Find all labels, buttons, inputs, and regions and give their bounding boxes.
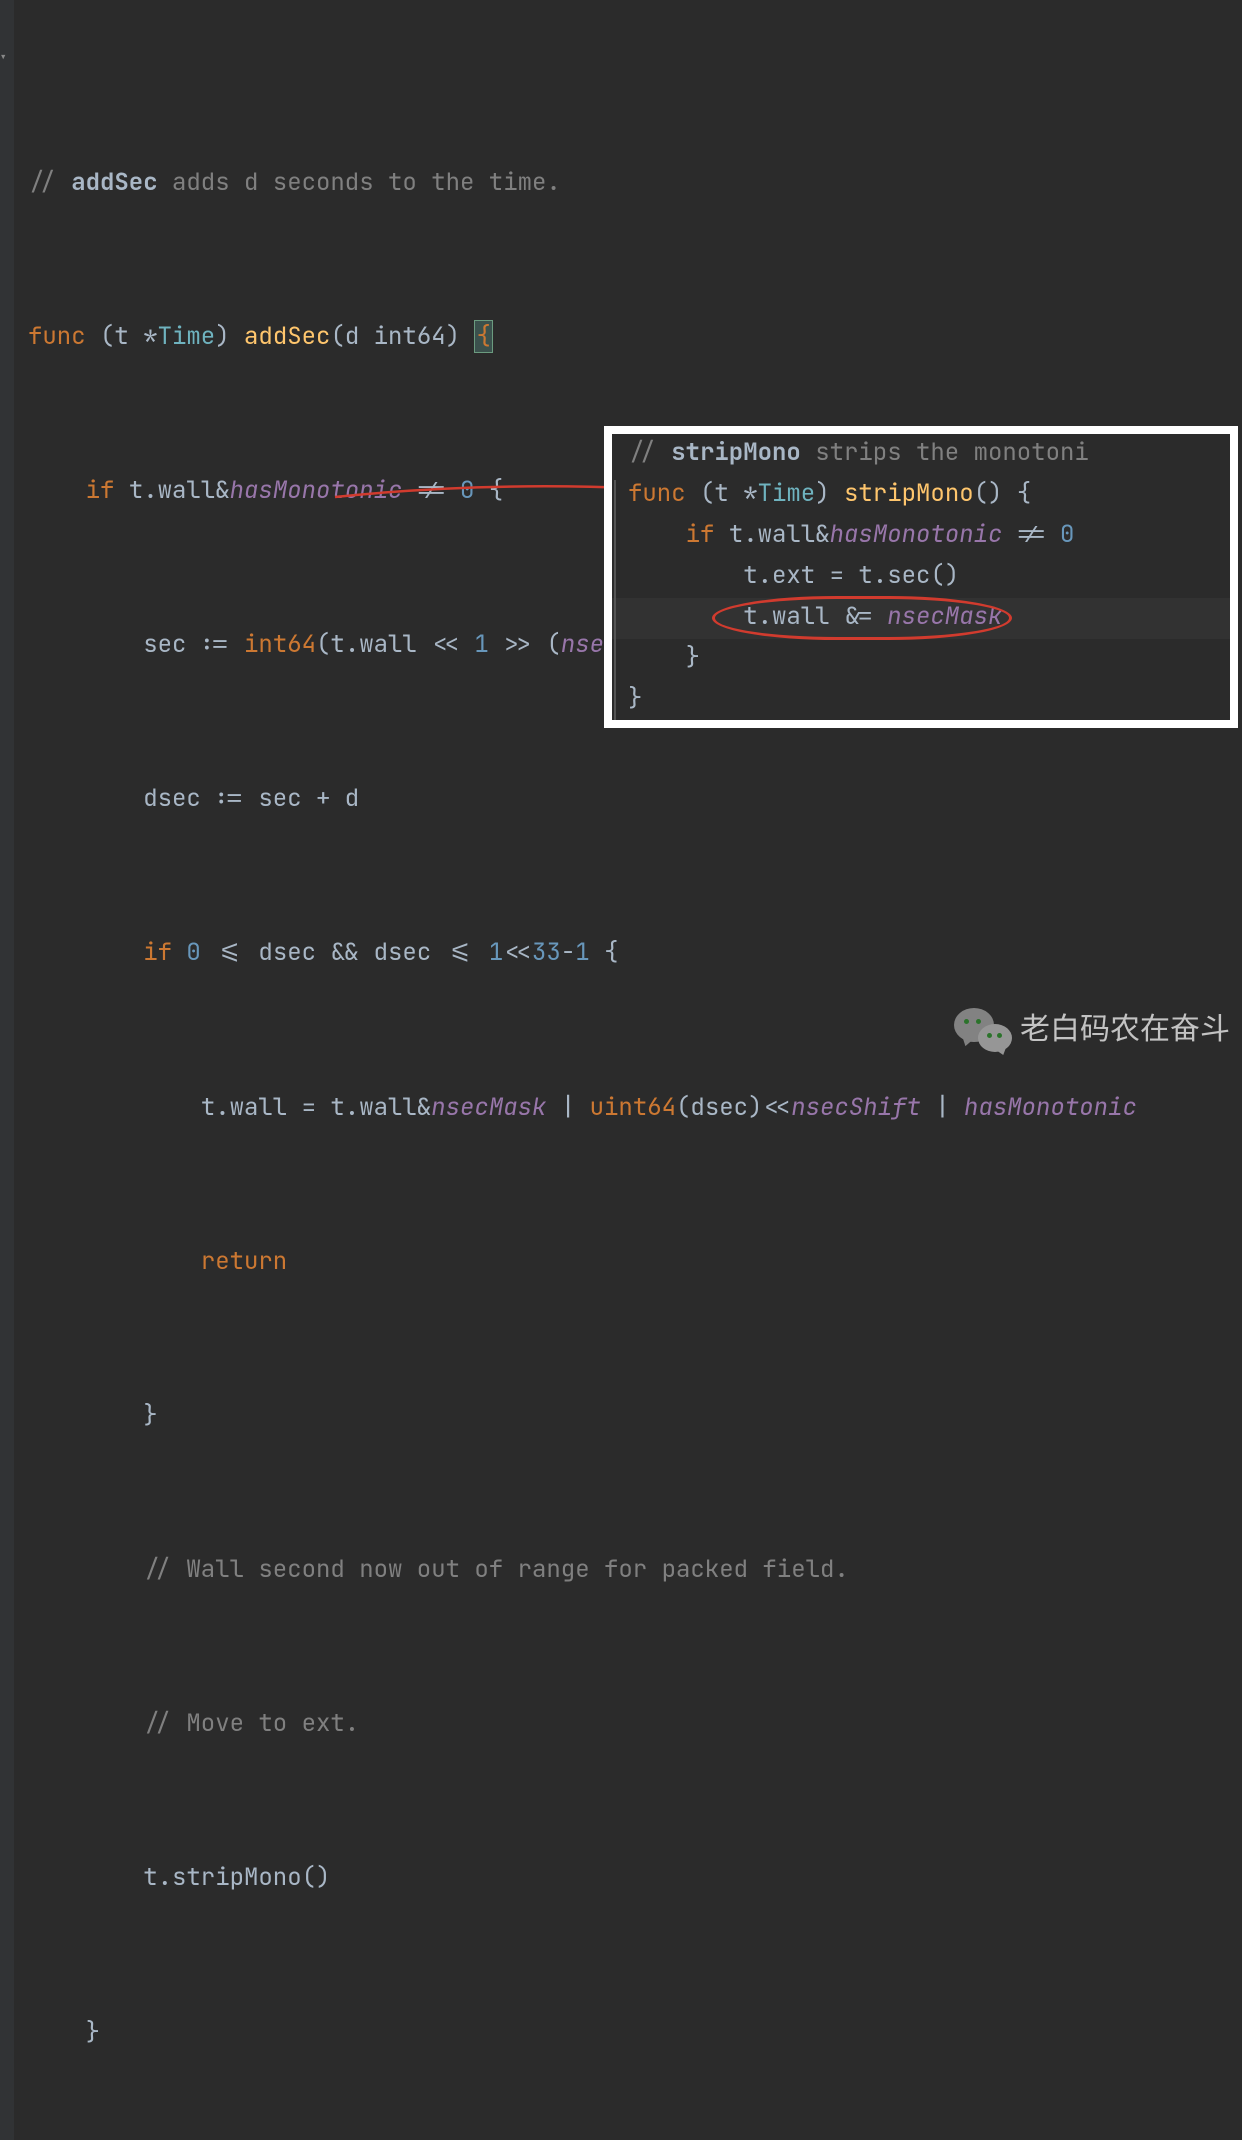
code-line[interactable]: ▾func (t *Time) addSec(d int64) { [4,318,1242,357]
popup-code-line-highlight[interactable]: t.wall &= nsecMask [612,598,1230,639]
watermark-text: 老白码农在奋斗 [1020,1006,1230,1054]
definition-popup[interactable]: // stripMono strips the monotoni func (t… [604,426,1238,728]
code-line[interactable]: t.wall = t.wall&nsecMask | uint64(dsec)<… [4,1089,1242,1128]
watermark: 老白码农在奋斗 [954,1006,1230,1054]
code-line[interactable]: // Move to ext. [4,1705,1242,1744]
type-name: Time [158,321,216,352]
comment: // stripMono strips the monotoni [628,437,1089,468]
call-stripMono: t.stripMono() [143,1862,330,1893]
fold-marker-icon[interactable]: ▾ [0,52,11,64]
wechat-icon [954,1006,1012,1054]
popup-code-line[interactable]: } [612,680,1230,721]
code-line[interactable]: t.stripMono() [4,1859,1242,1898]
comment: // addSec adds d seconds to the time. [28,167,561,198]
code-line[interactable]: dsec := sec + d [4,780,1242,819]
gutter [0,0,14,2140]
popup-code-line[interactable]: if t.wall&hasMonotonic != 0 [612,516,1230,557]
code-line[interactable]: } [4,1397,1242,1436]
popup-code-line[interactable]: t.ext = t.sec() [612,557,1230,598]
code-line[interactable]: } [4,2014,1242,2053]
function-name: stripMono [844,478,974,509]
function-name: addSec [244,321,330,352]
comment: // Move to ext. [143,1708,359,1739]
keyword-func: func [28,321,86,352]
brace-highlight: { [474,320,492,353]
code-line[interactable]: if 0 <= dsec && dsec <= 1<<33-1 { [4,934,1242,973]
comment: // Wall second now out of range for pack… [143,1554,849,1585]
popup-code-line[interactable]: func (t *Time) stripMono() { [612,475,1230,516]
popup-fold-line [614,480,616,720]
popup-code-line[interactable]: } [612,639,1230,680]
code-editor-main[interactable]: // addSec adds d seconds to the time. ▾f… [0,0,1242,2140]
code-line[interactable]: // addSec adds d seconds to the time. [4,164,1242,203]
keyword-return: return [201,1246,287,1277]
code-line[interactable]: return [4,1243,1242,1282]
code-line[interactable]: // Wall second now out of range for pack… [4,1551,1242,1590]
popup-code-line[interactable]: // stripMono strips the monotoni [612,434,1230,475]
